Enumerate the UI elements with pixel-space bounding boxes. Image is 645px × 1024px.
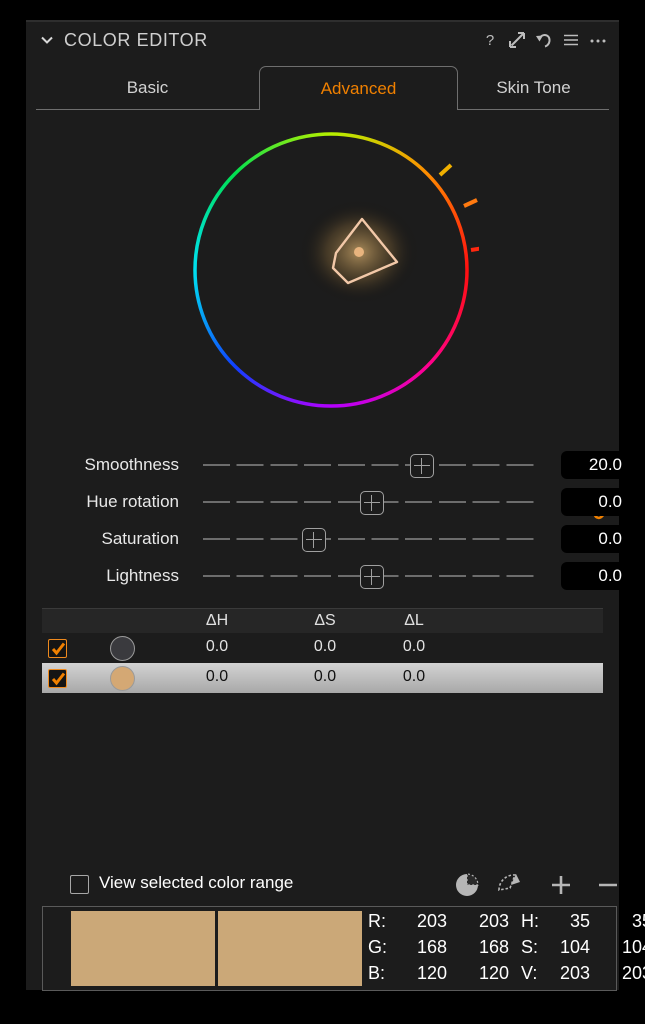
readout-after-rgb-2: 120 (478, 963, 509, 983)
slider-track-smoothness[interactable] (203, 464, 540, 466)
picker-point (354, 247, 364, 257)
readout-before-rgb-1: 168 (416, 937, 447, 957)
slider-row-smoothness: Smoothness 20.0 (26, 447, 631, 484)
color-editor-panel: COLOR EDITOR ? Basic Advanced Skin Tone … (26, 20, 645, 991)
pie-segment-icon[interactable] (452, 870, 482, 900)
column-header-dh: ΔH (205, 612, 229, 629)
slider-handle-lightness[interactable] (359, 565, 384, 589)
slider-row-saturation: Saturation 0.0 (26, 521, 631, 558)
color-readout: R:203203G:168168B:120120H:3535S:104104V:… (42, 906, 645, 991)
row-color-swatch[interactable] (110, 666, 135, 691)
readout-before-hsv-1: 104 (559, 937, 590, 957)
slider-row-lightness: Lightness 0.0 (26, 558, 631, 595)
readout-label-rgb-1: G: (368, 937, 388, 957)
cell-ds: 0.0 (313, 638, 337, 655)
readout-before-hsv-0: 35 (569, 911, 590, 931)
readout-after-hsv-0: 35 (631, 911, 645, 931)
column-header-ds: ΔS (314, 612, 336, 629)
more-icon[interactable] (587, 29, 609, 51)
readout-label-rgb-0: R: (368, 911, 386, 931)
slider-value-smoothness[interactable]: 20.0 (561, 451, 631, 479)
tab-basic[interactable]: Basic (36, 66, 259, 110)
panel-header: COLOR EDITOR ? (26, 22, 619, 60)
menu-icon[interactable] (560, 29, 582, 51)
color-wheel[interactable] (183, 122, 479, 418)
remove-icon[interactable] (593, 870, 623, 900)
add-icon[interactable] (546, 870, 576, 900)
row-color-swatch[interactable] (110, 636, 135, 661)
readout-after-hsv-2: 203 (621, 963, 645, 983)
slider-label-smoothness: Smoothness (84, 455, 180, 474)
readout-after-rgb-0: 203 (478, 911, 509, 931)
tab-bar: Basic Advanced Skin Tone (36, 66, 609, 111)
slider-value-hue_rotation[interactable]: 0.0 (561, 488, 631, 516)
view-selected-color-range-checkbox[interactable] (70, 875, 89, 894)
cell-ds: 0.0 (313, 668, 337, 685)
swatch-before (71, 911, 215, 986)
wedge-select-icon[interactable] (494, 870, 524, 900)
readout-after-hsv-1: 104 (621, 937, 645, 957)
delta-table: ΔH ΔS ΔL 0.0 0.0 0.0 0.0 0.0 0.0 (42, 608, 603, 693)
expand-icon[interactable] (506, 29, 528, 51)
slider-group: Smoothness 20.0 Hue rotation 0.0 Saturation 0… (26, 447, 631, 595)
svg-text:?: ? (486, 32, 494, 49)
tab-advanced[interactable]: Advanced (259, 66, 458, 110)
row-enable-checkbox[interactable] (48, 639, 67, 658)
swatch-after (218, 911, 362, 986)
slider-handle-hue_rotation[interactable] (359, 491, 384, 515)
view-selected-color-range-label: View selected color range (99, 873, 294, 892)
slider-track-saturation[interactable] (203, 538, 540, 540)
cell-dh: 0.0 (205, 638, 229, 655)
table-row[interactable]: 0.0 0.0 0.0 (42, 633, 603, 663)
readout-before-hsv-2: 203 (559, 963, 590, 983)
readout-after-rgb-1: 168 (478, 937, 509, 957)
readout-before-rgb-0: 203 (416, 911, 447, 931)
slider-handle-smoothness[interactable] (410, 454, 435, 478)
chevron-down-icon[interactable] (38, 31, 56, 49)
row-enable-checkbox[interactable] (48, 669, 67, 688)
cell-dl: 0.0 (402, 668, 426, 685)
readout-label-rgb-2: B: (368, 963, 386, 983)
hue-range-ticks (438, 163, 479, 252)
slider-row-hue_rotation: Hue rotation 0.0 (26, 484, 631, 521)
column-header-dl: ΔL (404, 612, 424, 629)
help-icon[interactable]: ? (479, 29, 501, 51)
table-header: ΔH ΔS ΔL (42, 608, 603, 633)
reset-icon[interactable] (533, 29, 555, 51)
slider-label-hue_rotation: Hue rotation (86, 492, 179, 511)
readout-before-rgb-2: 120 (416, 963, 447, 983)
slider-label-saturation: Saturation (101, 529, 180, 548)
cell-dl: 0.0 (402, 638, 426, 655)
tab-skin-tone[interactable]: Skin Tone (458, 66, 609, 110)
slider-value-lightness[interactable]: 0.0 (561, 562, 631, 590)
page-title: COLOR EDITOR (64, 30, 208, 50)
table-row[interactable]: 0.0 0.0 0.0 (42, 663, 603, 693)
slider-value-saturation[interactable]: 0.0 (561, 525, 631, 553)
view-range-row: View selected color range (42, 868, 617, 902)
slider-handle-saturation[interactable] (302, 528, 327, 552)
color-wheel-area (26, 112, 619, 520)
cell-dh: 0.0 (205, 668, 229, 685)
slider-label-lightness: Lightness (106, 566, 179, 585)
